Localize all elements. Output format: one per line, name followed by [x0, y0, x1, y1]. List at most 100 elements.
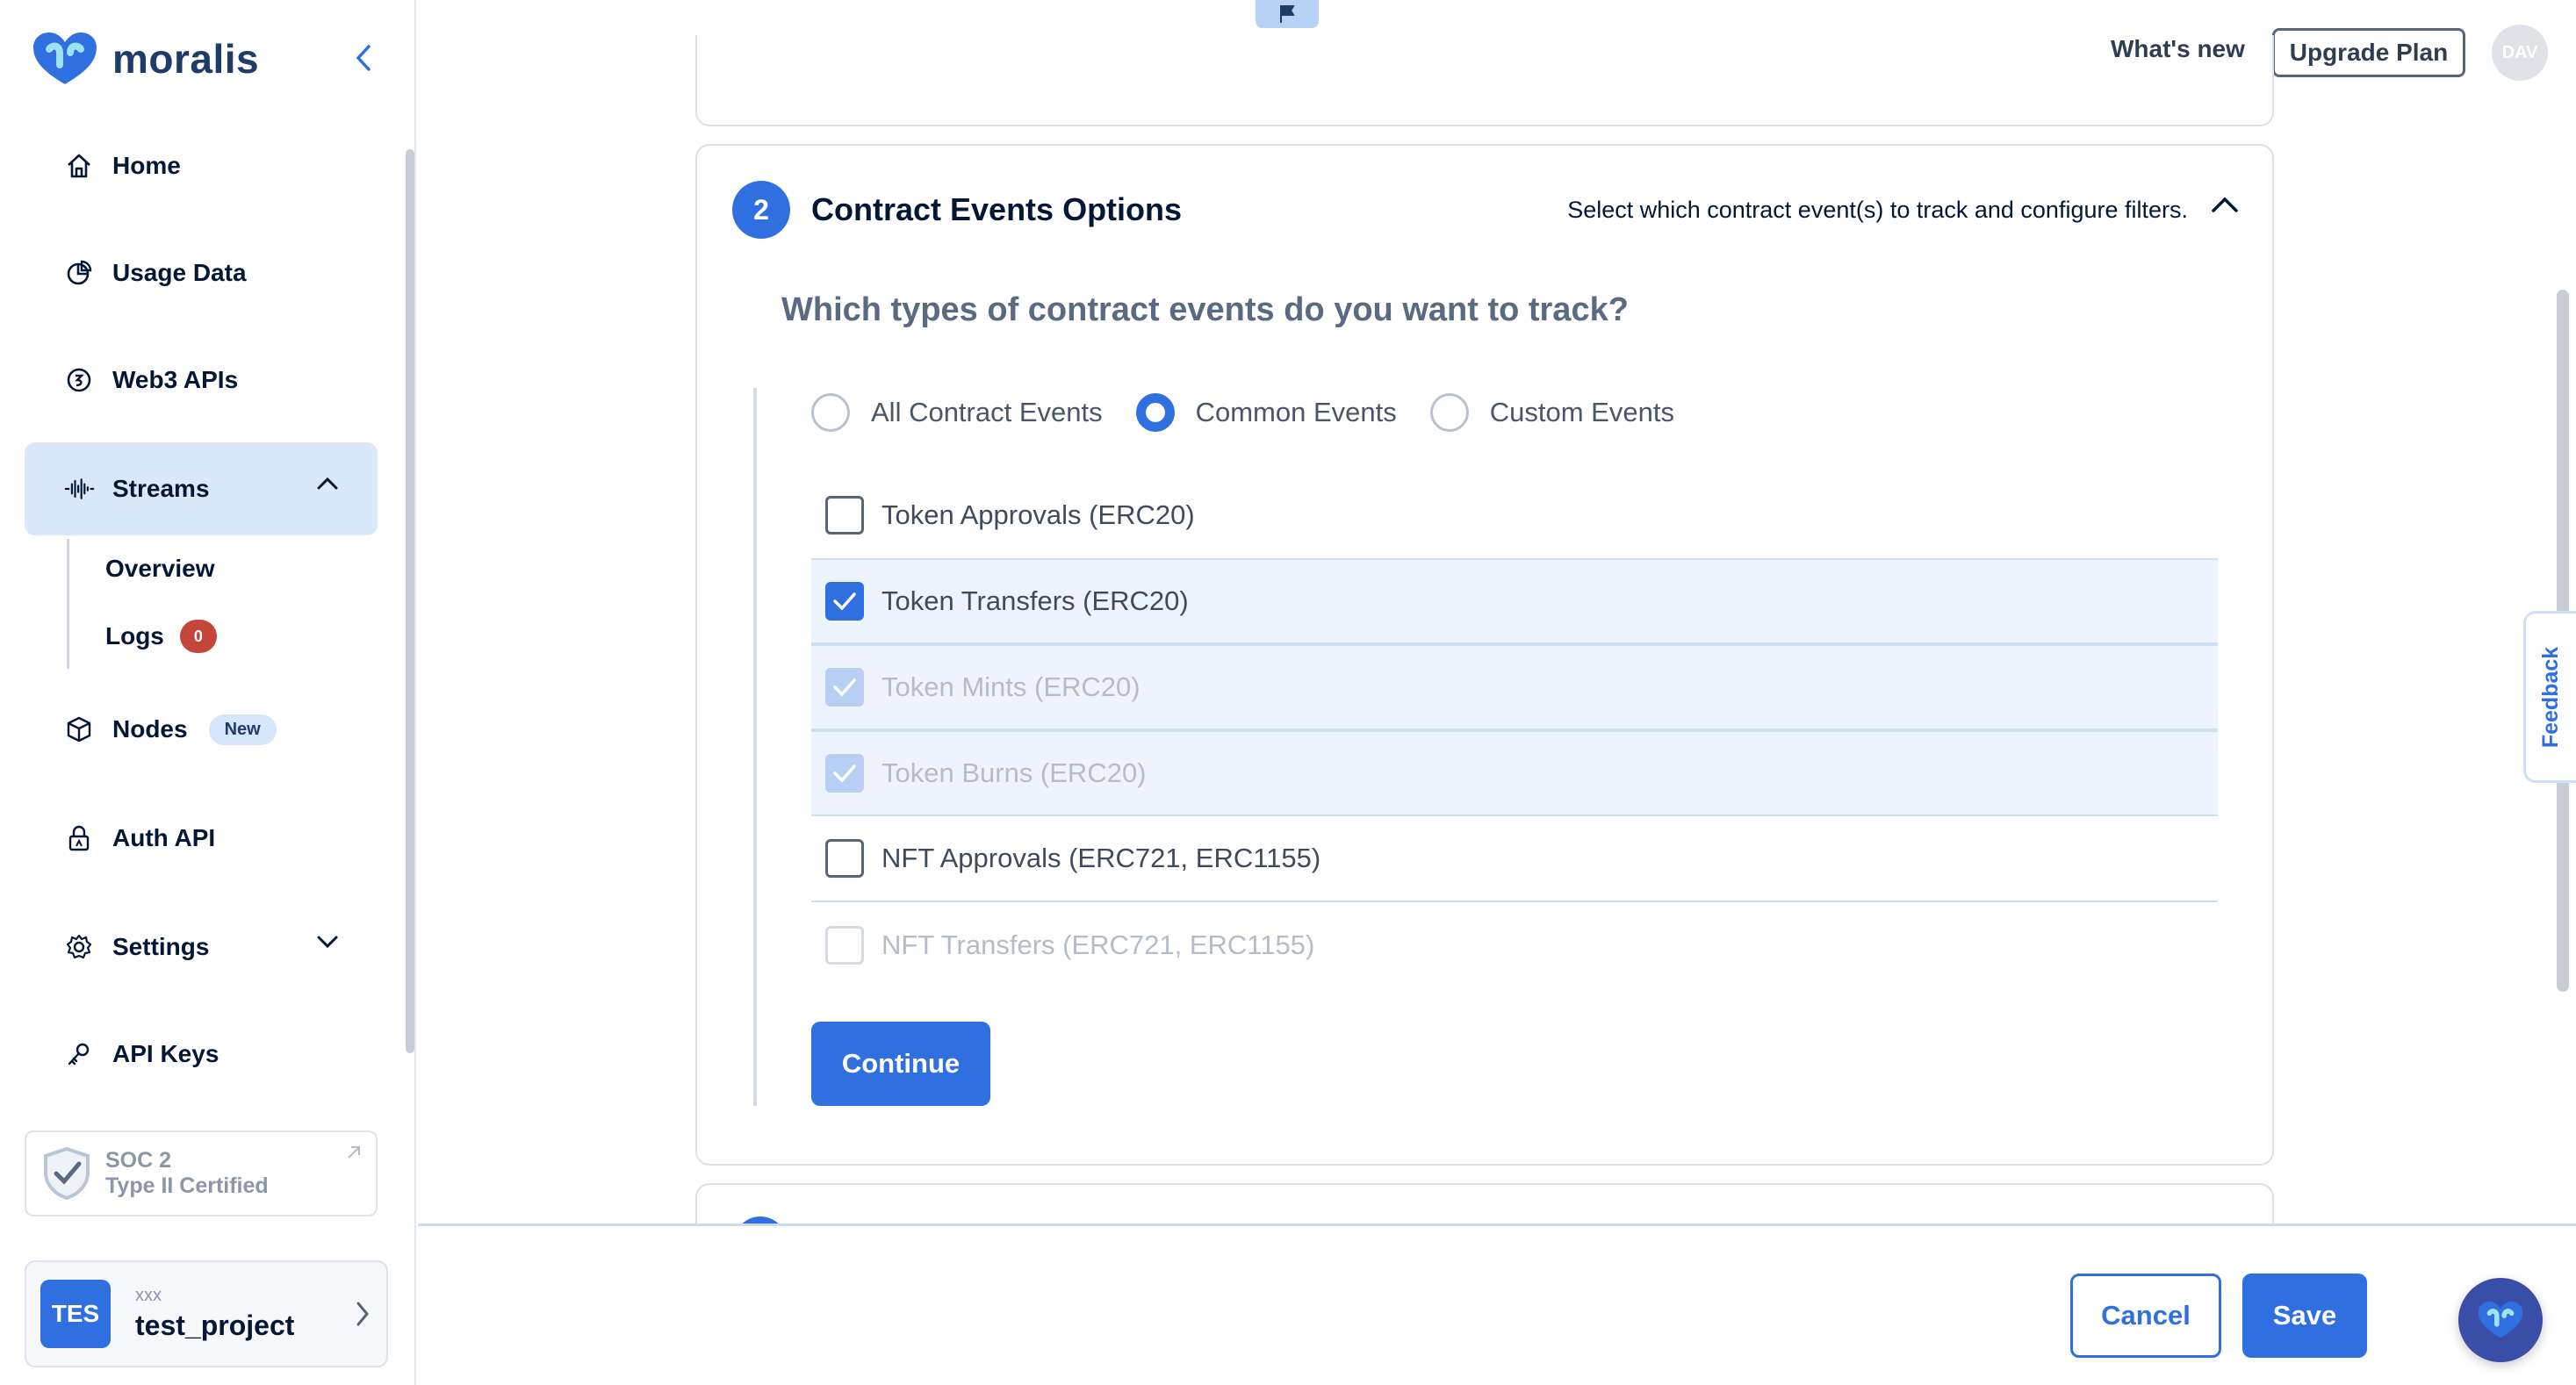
chevron-right-icon: [356, 1302, 369, 1326]
check-icon: [833, 764, 856, 783]
radio-label: Common Events: [1195, 397, 1397, 427]
checkbox[interactable]: [825, 582, 864, 621]
feedback-label: Feedback: [2538, 646, 2563, 748]
sidebar-subitem-label: Overview: [105, 555, 215, 582]
sidebar-item-label: Nodes: [112, 715, 188, 743]
radio-circle[interactable]: [1429, 393, 1469, 432]
sidebar-item-label: Settings: [112, 933, 210, 960]
soc-line1: SOC 2: [105, 1148, 172, 1173]
moralis-heart-icon: [33, 32, 97, 84]
radio-label: All Contract Events: [871, 397, 1103, 427]
upgrade-plan-button[interactable]: Upgrade Plan: [2272, 28, 2465, 77]
home-icon: [63, 150, 95, 182]
lock-icon: [63, 822, 95, 854]
option-label: NFT Approvals (ERC721, ERC1155): [881, 843, 1321, 873]
project-avatar: TES: [40, 1280, 111, 1348]
form-footer: Cancel Save: [418, 1224, 2576, 1385]
radio-common-events[interactable]: Common Events: [1135, 393, 1397, 432]
sidebar-item-nodes[interactable]: Nodes New: [25, 683, 378, 776]
sidebar-item-settings[interactable]: Settings: [25, 901, 378, 994]
option-label: NFT Transfers (ERC721, ERC1155): [881, 929, 1315, 960]
sidebar-item-label: Streams: [112, 475, 210, 502]
option-label: Token Transfers (ERC20): [881, 585, 1189, 616]
chat-support-button[interactable]: [2458, 1278, 2543, 1362]
checkbox: [825, 668, 864, 707]
checkbox[interactable]: [825, 496, 864, 535]
coin-icon: [63, 364, 95, 396]
shield-check-icon: [44, 1146, 90, 1201]
sidebar-subitem-logs[interactable]: Logs 0: [105, 620, 217, 653]
brand-name: moralis: [112, 36, 260, 82]
sidebar-item-streams[interactable]: Streams: [25, 442, 378, 535]
chevron-left-icon: [356, 45, 371, 71]
events-question: Which types of contract events do you wa…: [781, 291, 1629, 328]
radio-custom-events[interactable]: Custom Events: [1429, 393, 1674, 432]
project-org: xxx: [135, 1286, 162, 1305]
step-number-badge: 2: [732, 181, 790, 239]
moralis-logo[interactable]: moralis: [30, 30, 259, 88]
check-icon: [833, 678, 856, 697]
radio-all-contract-events[interactable]: All Contract Events: [811, 393, 1103, 432]
option-token-approvals[interactable]: Token Approvals (ERC20): [811, 472, 2218, 558]
continue-button[interactable]: Continue: [811, 1022, 990, 1106]
project-name: test_project: [135, 1310, 295, 1341]
sidebar-subitem-overview[interactable]: Overview: [105, 555, 215, 583]
previous-step-card: [695, 35, 2274, 126]
save-button[interactable]: Save: [2242, 1274, 2367, 1358]
event-type-radio-group: All Contract Events Common Events Custom…: [811, 393, 1708, 432]
cube-icon: [63, 714, 95, 745]
sidebar-item-web3-apis[interactable]: Web3 APIs: [25, 334, 378, 427]
sidebar-subitem-label: Logs: [105, 622, 164, 649]
chevron-down-icon: [317, 936, 338, 949]
waveform-icon: [63, 473, 95, 505]
soc-line2: Type II Certified: [105, 1173, 269, 1198]
sidebar-item-usage-data[interactable]: Usage Data: [25, 226, 378, 319]
flag-icon: [1280, 5, 1295, 23]
checkbox[interactable]: [825, 839, 864, 878]
sidebar-item-label: Usage Data: [112, 259, 247, 286]
checkbox: [825, 754, 864, 793]
option-nft-approvals[interactable]: NFT Approvals (ERC721, ERC1155): [811, 816, 2218, 902]
option-token-transfers[interactable]: Token Transfers (ERC20): [811, 558, 2218, 644]
feedback-tab[interactable]: Feedback: [2523, 611, 2576, 783]
radio-circle[interactable]: [811, 393, 850, 432]
radio-label: Custom Events: [1489, 397, 1674, 427]
checkbox: [825, 926, 864, 965]
cancel-button[interactable]: Cancel: [2070, 1274, 2221, 1358]
moralis-chat-icon: [2478, 1302, 2523, 1338]
logs-count-badge: 0: [179, 620, 217, 653]
collapse-sidebar-button[interactable]: [346, 40, 381, 75]
sidebar-item-home[interactable]: Home: [25, 119, 378, 212]
sidebar-item-label: Auth API: [112, 824, 216, 851]
soc2-certificate-card[interactable]: SOC 2 Type II Certified: [25, 1130, 378, 1216]
sidebar-item-api-keys[interactable]: API Keys: [25, 1008, 378, 1101]
option-label: Token Approvals (ERC20): [881, 499, 1195, 530]
key-icon: [63, 1038, 95, 1070]
sidebar: moralis Home Usage Data Web3 APIs Stream…: [0, 0, 416, 1385]
new-badge: New: [208, 714, 277, 745]
streams-subnav-rule: [67, 539, 69, 669]
check-icon: [833, 592, 856, 611]
option-token-mints: Token Mints (ERC20): [811, 644, 2218, 730]
contract-events-options-card: 2 Contract Events Options Select which c…: [695, 144, 2274, 1166]
section-left-rule: [753, 388, 757, 1106]
radio-circle[interactable]: [1135, 393, 1175, 432]
section-title: Contract Events Options: [811, 191, 1183, 227]
option-nft-transfers: NFT Transfers (ERC721, ERC1155): [811, 902, 2218, 988]
option-token-burns: Token Burns (ERC20): [811, 730, 2218, 816]
pie-chart-icon: [63, 257, 95, 289]
project-switcher[interactable]: TES xxx test_project: [25, 1260, 388, 1367]
sidebar-scrollbar[interactable]: [406, 149, 414, 1053]
option-label: Token Burns (ERC20): [881, 757, 1147, 788]
section-description: Select which contract event(s) to track …: [1567, 197, 2188, 223]
sidebar-item-label: API Keys: [112, 1040, 219, 1067]
external-link-icon: [348, 1146, 360, 1159]
chevron-up-icon: [317, 477, 338, 490]
option-label: Token Mints (ERC20): [881, 671, 1140, 702]
sidebar-item-auth-api[interactable]: Auth API: [25, 792, 378, 885]
collapse-section-chevron-up-icon[interactable]: [2211, 195, 2239, 214]
sidebar-item-label: Home: [112, 152, 181, 179]
sidebar-item-label: Web3 APIs: [112, 366, 239, 393]
user-avatar[interactable]: DAV: [2492, 25, 2548, 81]
flag-tab[interactable]: [1256, 0, 1319, 28]
